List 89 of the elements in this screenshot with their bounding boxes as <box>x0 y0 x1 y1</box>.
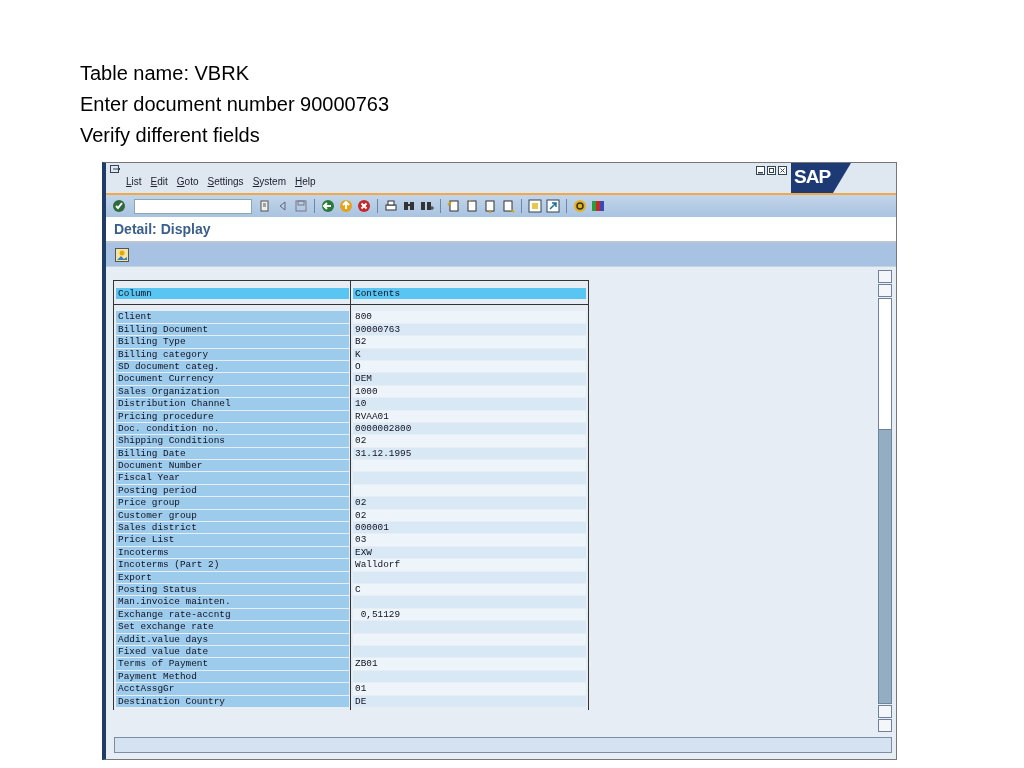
last-page-icon[interactable] <box>501 199 515 213</box>
value-cell: K <box>353 348 586 360</box>
menu-item[interactable]: System <box>252 176 286 187</box>
field-name-cell: Fixed value date <box>116 645 349 658</box>
previous-page-icon[interactable] <box>465 199 479 213</box>
value-cell: B2 <box>353 336 586 348</box>
field-name-cell: Exchange rate-accntg <box>116 608 349 621</box>
field-name-cell: Billing category <box>116 348 349 360</box>
print-icon[interactable] <box>384 199 398 213</box>
field-name-cell: Document Currency <box>116 373 349 385</box>
maximize-icon[interactable] <box>767 166 776 175</box>
minimize-icon[interactable] <box>756 166 765 175</box>
menu-item[interactable]: List <box>126 176 142 187</box>
field-name-cell: Document Number <box>116 460 349 472</box>
binoculars-plus-icon[interactable] <box>420 199 434 213</box>
value-cell: 800 <box>353 311 586 323</box>
scrollbar[interactable] <box>878 298 892 704</box>
field-name-cell: Man.invoice mainten. <box>116 596 349 608</box>
value-cell: 02 <box>353 509 586 522</box>
field-name-cell: Incoterms <box>116 546 349 559</box>
field-name-cell: Billing Type <box>116 336 349 348</box>
menu-item[interactable]: Edit <box>150 176 168 187</box>
field-name-cell: Price List <box>116 534 349 546</box>
slide-text: Table name: VBRK <box>80 61 250 86</box>
field-name-cell: Export <box>116 571 349 583</box>
value-cell: DE <box>353 695 586 707</box>
close-icon[interactable] <box>778 166 787 175</box>
value-cell: 02 <box>353 435 586 447</box>
window-menu-icon[interactable] <box>110 165 121 174</box>
value-cell: 0000002800 <box>353 422 586 435</box>
value-cell: 000001 <box>353 522 586 534</box>
value-cell: 1000 <box>353 385 586 398</box>
field-name-cell: Customer group <box>116 509 349 522</box>
first-page-icon[interactable] <box>447 199 461 213</box>
field-name-cell: Billing Date <box>116 447 349 460</box>
field-name-cell: Doc. condition no. <box>116 422 349 435</box>
field-name-cell: Posting Status <box>116 584 349 596</box>
picture-icon[interactable] <box>115 247 129 262</box>
column-header: Contents <box>353 288 586 300</box>
menu-item[interactable]: Help <box>294 176 316 187</box>
field-name-cell: Payment Method <box>116 670 349 683</box>
field-name-cell: Posting period <box>116 484 349 497</box>
screen-title: Detail: Display <box>114 221 211 237</box>
sap-logo: SAP <box>791 163 851 193</box>
field-name-cell: Pricing procedure <box>116 410 349 422</box>
field-name-cell: Incoterms (Part 2) <box>116 559 349 571</box>
field-name-cell: Client <box>116 311 349 323</box>
value-cell: DEM <box>353 373 586 385</box>
document-icon[interactable] <box>258 199 272 213</box>
value-cell: O <box>353 360 586 373</box>
field-name-cell: AcctAssgGr <box>116 683 349 695</box>
value-cell: C <box>353 584 586 596</box>
column-header: Column <box>116 288 349 300</box>
command-field[interactable] <box>134 198 252 214</box>
value-cell: 02 <box>353 497 586 509</box>
cancel-icon[interactable] <box>357 199 371 213</box>
menu-item[interactable]: Goto <box>176 176 199 187</box>
value-cell: 31.12.1995 <box>353 447 586 460</box>
binoculars-icon[interactable] <box>402 199 416 213</box>
new-session-icon[interactable] <box>528 199 542 213</box>
value-cell: ZB01 <box>353 658 586 670</box>
slide-text: Verify different fields <box>80 123 261 148</box>
field-name-cell: Sales Organization <box>116 385 349 398</box>
value-cell: 10 <box>353 398 586 410</box>
field-name-cell: Fiscal Year <box>116 472 349 484</box>
field-name-cell: Billing Document <box>116 323 349 336</box>
value-cell: EXW <box>353 546 586 559</box>
field-name-cell: Set exchange rate <box>116 621 349 633</box>
check-icon[interactable] <box>112 199 126 213</box>
layout-icon[interactable] <box>591 199 605 213</box>
field-name-cell: Sales district <box>116 522 349 534</box>
menu-item[interactable]: Settings <box>207 176 244 187</box>
field-name-cell: SD document categ. <box>116 360 349 373</box>
value-cell: 0,51129 <box>353 608 586 621</box>
slide-text: Enter document number 90000763 <box>80 92 391 117</box>
value-cell: RVAA01 <box>353 410 586 422</box>
back-arrow-icon[interactable] <box>321 199 335 213</box>
field-name-cell: Shipping Conditions <box>116 435 349 447</box>
value-cell: Walldorf <box>353 559 586 571</box>
next-page-icon[interactable] <box>483 199 497 213</box>
field-name-cell: Destination Country <box>116 695 349 707</box>
field-name-cell: Terms of Payment <box>116 658 349 670</box>
field-name-cell: Distribution Channel <box>116 398 349 410</box>
value-cell: 01 <box>353 683 586 695</box>
value-cell: 03 <box>353 534 586 546</box>
shortcut-icon[interactable] <box>546 199 560 213</box>
field-name-cell: Price group <box>116 497 349 509</box>
field-name-cell: Addit.value days <box>116 633 349 645</box>
value-cell: 90000763 <box>353 323 586 336</box>
